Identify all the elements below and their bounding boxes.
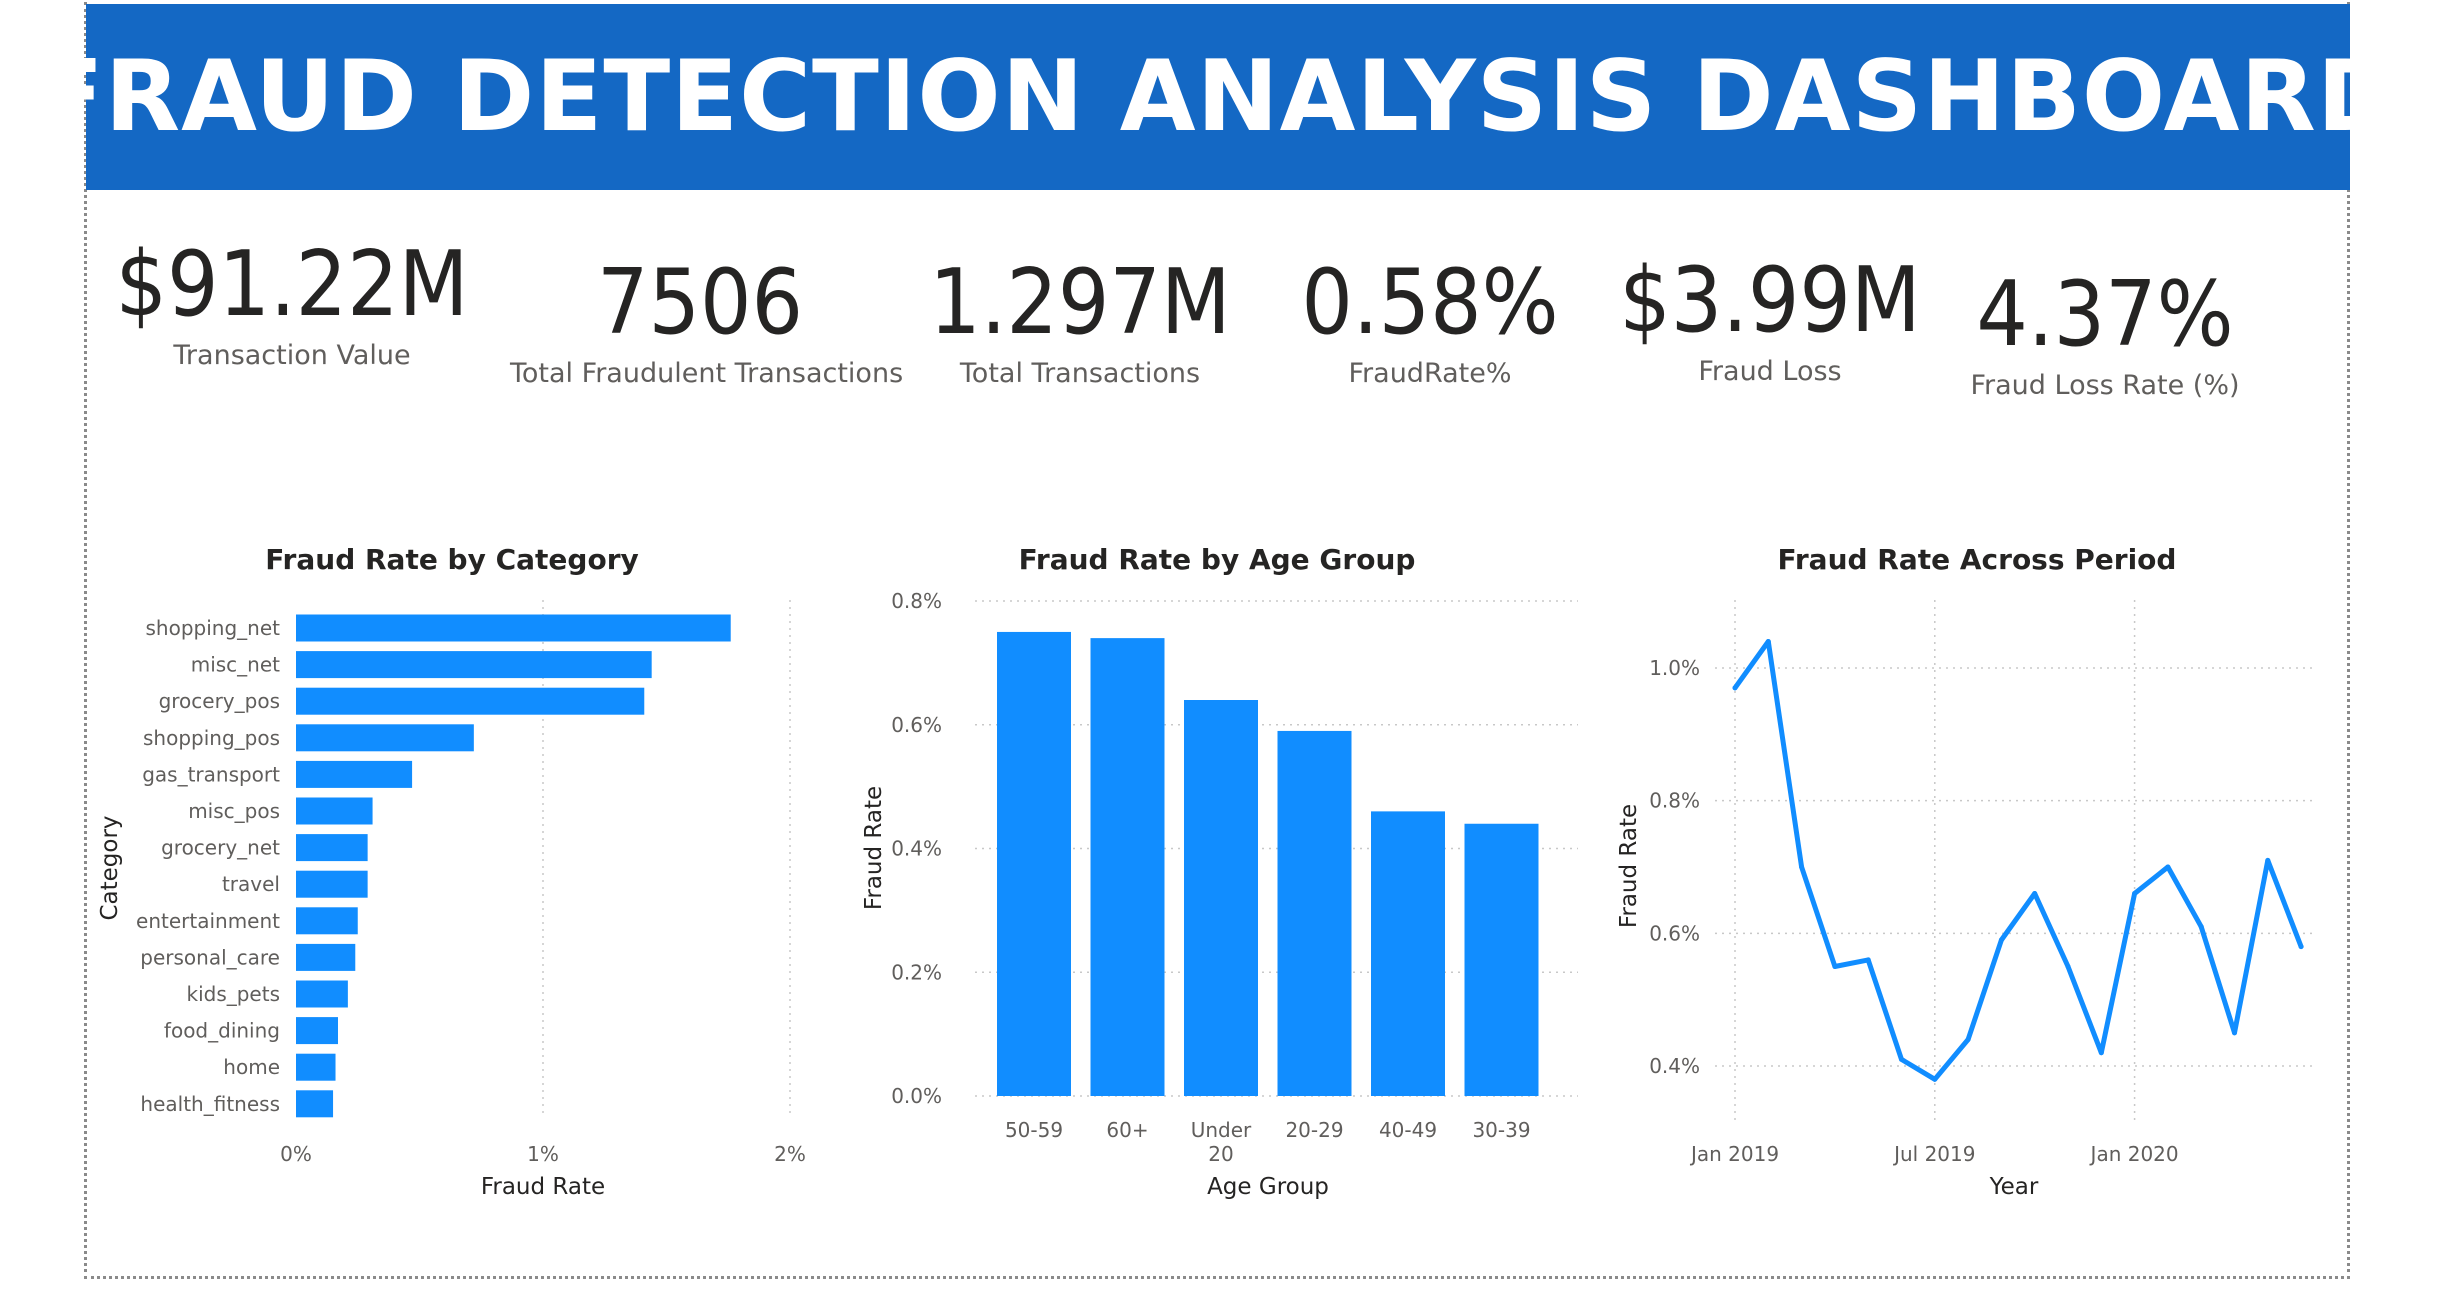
data-point	[1732, 685, 1738, 691]
x-tick-label: Jan 2020	[2089, 1142, 2179, 1166]
category-label: travel	[222, 872, 280, 896]
bar	[1277, 730, 1352, 1096]
x-axis-title: Age Group	[1207, 1174, 1329, 1200]
data-point	[2232, 1030, 2237, 1036]
category-label: shopping_net	[146, 616, 281, 640]
category-label: grocery_pos	[159, 689, 280, 713]
x-tick-label: Jan 2019	[1689, 1142, 1779, 1166]
data-point	[2065, 964, 2071, 969]
data-point	[2165, 864, 2171, 870]
x-axis-title: Year	[1989, 1174, 2039, 1200]
category-label: grocery_net	[161, 836, 280, 860]
y-axis-title: Fraud Rate	[861, 786, 887, 910]
bar	[296, 834, 368, 862]
bar	[296, 724, 474, 752]
bar	[296, 797, 373, 825]
category-label: shopping_pos	[143, 726, 280, 750]
category-label: gas_transport	[142, 762, 280, 786]
data-point	[1932, 1076, 1938, 1082]
dashboard-canvas: FRAUD DETECTION ANALYSIS DASHBOARD $91.2…	[0, 0, 2444, 1291]
category-label: misc_net	[191, 653, 280, 677]
x-tick-label: 1%	[527, 1142, 559, 1166]
data-point	[1865, 957, 1871, 963]
category-label: 60+	[1106, 1118, 1148, 1142]
bar	[1371, 811, 1445, 1096]
y-tick-label: 1.0%	[1649, 656, 1700, 680]
bar	[296, 907, 358, 935]
bar	[296, 687, 645, 715]
category-label: kids_pets	[186, 982, 280, 1006]
bar	[296, 943, 356, 971]
y-axis-title: Category	[97, 815, 123, 920]
data-point	[2298, 944, 2304, 950]
y-tick-label: 0.6%	[891, 713, 942, 737]
y-tick-label: 0.0%	[891, 1084, 942, 1108]
bar	[1090, 638, 1165, 1096]
y-tick-label: 0.6%	[1649, 921, 1700, 945]
category-label: Under 20	[1191, 1118, 1252, 1166]
x-tick-label: 2%	[774, 1142, 806, 1166]
data-point	[1899, 1056, 1904, 1062]
x-tick-label: 0%	[280, 1142, 312, 1166]
category-label: entertainment	[136, 909, 280, 933]
bar	[296, 614, 731, 642]
category-label-line: Under	[1191, 1118, 1252, 1142]
category-label: 20-29	[1285, 1118, 1343, 1142]
chart-title: Fraud Rate by Category	[265, 543, 639, 576]
category-label: misc_pos	[188, 799, 280, 823]
x-tick-label: Jul 2019	[1892, 1142, 1975, 1166]
data-point	[2032, 891, 2038, 897]
category-label: health_fitness	[140, 1092, 280, 1116]
category-label: 40-49	[1379, 1118, 1437, 1142]
y-tick-label: 0.4%	[1649, 1054, 1700, 1078]
chart-title: Fraud Rate by Age Group	[1019, 543, 1416, 576]
data-point	[1765, 638, 1771, 644]
data-point	[2098, 1050, 2104, 1056]
y-tick-label: 0.8%	[1649, 789, 1700, 813]
fraud-rate-by-age-group-chart[interactable]: Fraud Rate by Age Group 0.0% 0.2% 0.4% 0.6% 0…	[861, 543, 1578, 1200]
bar	[296, 760, 413, 788]
y-tick-label: 0.8%	[891, 589, 942, 613]
bar	[296, 1090, 334, 1118]
y-tick-label: 0.4%	[891, 837, 942, 861]
chart-title: Fraud Rate Across Period	[1778, 543, 2177, 576]
bar	[1184, 700, 1258, 1096]
category-label: 30-39	[1472, 1118, 1530, 1142]
category-label: home	[223, 1055, 280, 1079]
category-label-line: 20	[1208, 1142, 1233, 1166]
data-point	[1998, 937, 2004, 943]
bar	[296, 651, 652, 679]
bar	[296, 1017, 338, 1045]
data-point	[2265, 857, 2271, 863]
bar	[997, 631, 1071, 1096]
data-point	[1965, 1036, 1971, 1042]
charts-layer: Fraud Rate by Category 0% 1% 2% shopping_net…	[97, 543, 2312, 1200]
data-point	[2132, 891, 2138, 897]
bar	[1464, 823, 1539, 1096]
series-line	[1732, 639, 2304, 1082]
fraud-rate-by-category-chart[interactable]: Fraud Rate by Category 0% 1% 2% shopping_net…	[97, 543, 806, 1200]
data-point	[2198, 924, 2204, 930]
y-tick-label: 0.2%	[891, 960, 942, 984]
y-axis-title: Fraud Rate	[1616, 804, 1642, 928]
data-point	[1832, 964, 1838, 969]
category-label: food_dining	[164, 1019, 280, 1043]
category-label: personal_care	[140, 945, 280, 969]
bar	[296, 980, 348, 1008]
x-axis-title: Fraud Rate	[481, 1174, 605, 1200]
bar	[296, 1053, 336, 1081]
bar	[296, 870, 368, 898]
data-point	[1799, 864, 1805, 870]
category-label: 50-59	[1005, 1118, 1063, 1142]
fraud-rate-across-period-chart[interactable]: Fraud Rate Across Period 0.4% 0.6% 0.8% 1.0%…	[1616, 543, 2312, 1200]
